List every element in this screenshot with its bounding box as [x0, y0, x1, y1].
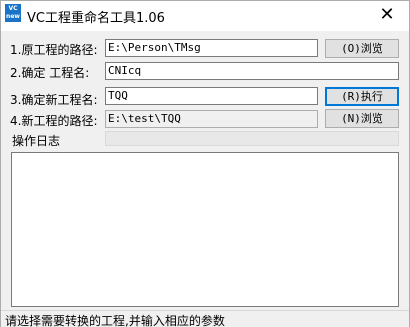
status-bar: 请选择需要转换的工程,并输入相应的参数 — [1, 310, 409, 327]
new-project-label: 3.确定新工程名: — [10, 93, 98, 107]
app-icon: VC new — [5, 4, 21, 22]
execute-button[interactable]: (R)执行 — [325, 87, 399, 106]
new-path-label: 4.新工程的路径: — [10, 114, 98, 128]
confirm-project-label: 2.确定 工程名: — [10, 66, 90, 80]
browse-new-path-button[interactable]: (N)浏览 — [325, 109, 399, 128]
title-bar[interactable]: VC new VC工程重命名工具1.06 ✕ — [1, 1, 409, 31]
close-icon[interactable]: ✕ — [365, 1, 409, 31]
source-path-label: 1.原工程的路径: — [10, 43, 98, 57]
status-text: 请选择需要转换的工程,并输入相应的参数 — [5, 314, 225, 327]
new-project-input[interactable]: TQQ — [105, 87, 318, 105]
log-header-bar — [105, 131, 399, 146]
log-label: 操作日志 — [12, 134, 61, 148]
source-path-input[interactable]: E:\Person\TMsg — [105, 39, 318, 57]
confirm-project-input[interactable]: CNIcq — [105, 62, 399, 80]
app-window: VC new VC工程重命名工具1.06 ✕ 1.原工程的路径: E:\Pers… — [0, 0, 410, 327]
operation-log[interactable] — [11, 152, 399, 307]
window-title: VC工程重命名工具1.06 — [27, 11, 165, 26]
new-path-input[interactable]: E:\test\TQQ — [105, 110, 318, 128]
browse-source-button[interactable]: (O)浏览 — [325, 39, 399, 58]
